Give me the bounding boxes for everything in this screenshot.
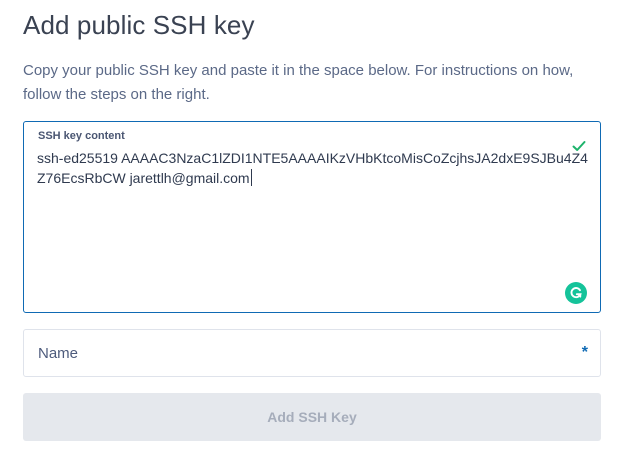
ssh-key-content-label: SSH key content — [38, 130, 125, 142]
add-ssh-key-panel: Add public SSH key Copy your public SSH … — [0, 0, 628, 452]
name-placeholder: Name — [38, 345, 79, 362]
page-title: Add public SSH key — [23, 10, 255, 40]
ssh-key-content-input[interactable]: ssh-ed25519 AAAAC3NzaC1lZDI1NTE5AAAAIKzV… — [37, 148, 589, 188]
name-field[interactable]: Name * — [23, 329, 601, 377]
grammarly-icon[interactable] — [565, 282, 587, 304]
ssh-key-content-value: ssh-ed25519 AAAAC3NzaC1lZDI1NTE5AAAAIKzV… — [37, 150, 588, 186]
instructions-text: Copy your public SSH key and paste it in… — [23, 62, 574, 103]
grammarly-glyph-icon — [570, 287, 582, 299]
add-ssh-key-button[interactable]: Add SSH Key — [23, 393, 601, 441]
ssh-key-content-field[interactable]: SSH key content ssh-ed25519 AAAAC3NzaC1l… — [23, 121, 601, 313]
text-caret — [250, 169, 252, 186]
required-indicator: * — [581, 344, 588, 361]
